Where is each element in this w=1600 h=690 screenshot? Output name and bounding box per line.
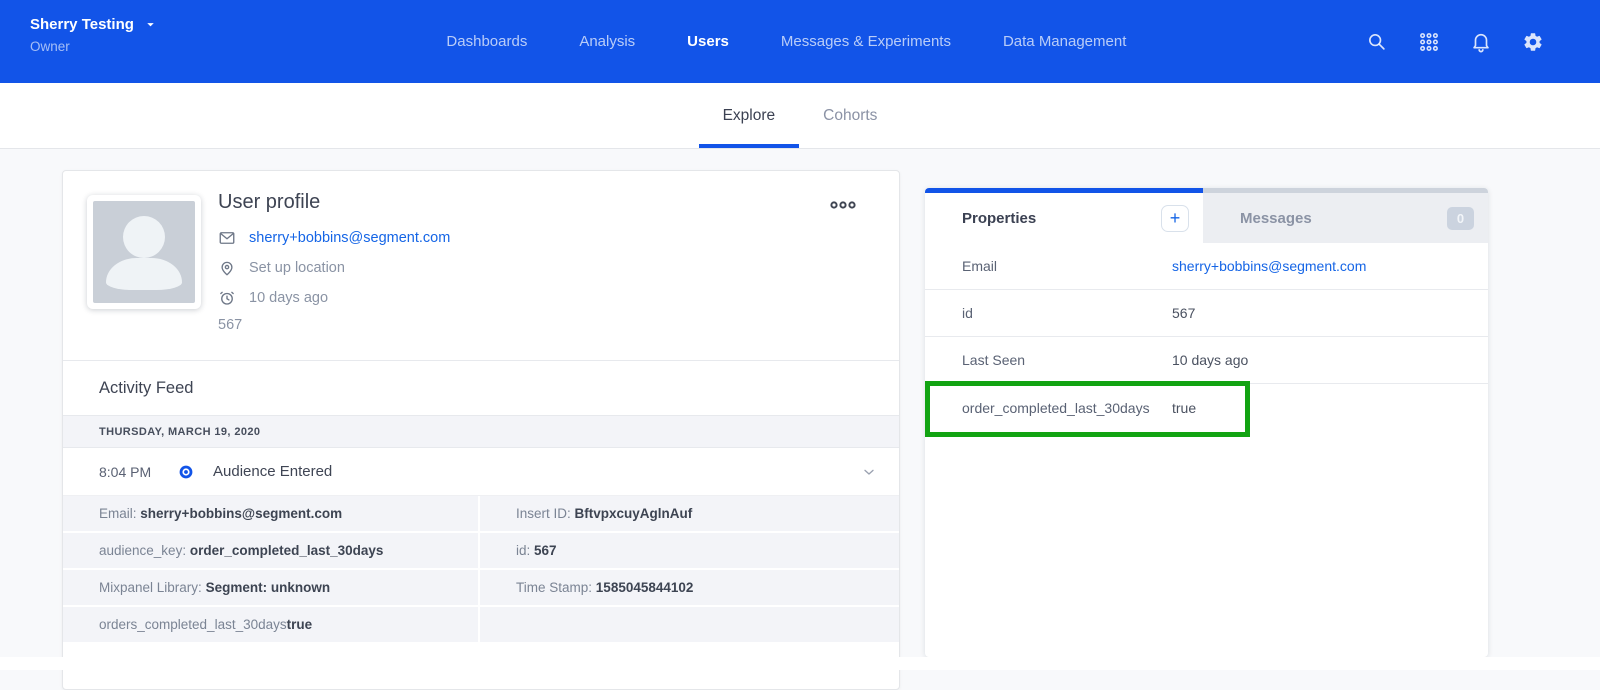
user-profile-card: User profile sherry+bobbins@segment.com — [62, 170, 900, 690]
detail-cell-timestamp: Time Stamp: 1585045844102 — [480, 570, 899, 605]
event-name: Audience Entered — [213, 463, 332, 480]
property-row-email: Email sherry+bobbins@segment.com — [925, 243, 1488, 290]
messages-count-badge: 0 — [1447, 207, 1474, 230]
profile-distinct-id: 567 — [218, 317, 450, 333]
activity-feed-header: Activity Feed — [63, 360, 899, 416]
avatar — [87, 195, 201, 309]
profile-last-seen: 10 days ago — [249, 290, 328, 306]
notifications-bell-icon[interactable] — [1470, 31, 1492, 53]
audience-entered-icon — [179, 465, 193, 479]
detail-cell-audience-key: audience_key: order_completed_last_30day… — [63, 533, 478, 568]
profile-header-section: User profile sherry+bobbins@segment.com — [63, 171, 899, 360]
apps-grid-icon[interactable] — [1418, 31, 1440, 53]
property-row-id: id 567 — [925, 290, 1488, 337]
detail-cell-id: id: 567 — [480, 533, 899, 568]
project-name: Sherry Testing — [30, 16, 134, 33]
page-title: User profile — [218, 191, 450, 214]
caret-down-icon — [144, 18, 157, 31]
property-row-last-seen: Last Seen 10 days ago — [925, 337, 1488, 384]
tab-cohorts[interactable]: Cohorts — [799, 83, 901, 148]
tab-properties-label: Properties — [962, 210, 1036, 227]
more-options-icon[interactable] — [829, 199, 857, 211]
detail-cell-orders-completed: orders_completed_last_30daystrue — [63, 607, 478, 642]
project-switcher[interactable]: Sherry Testing Owner — [30, 16, 157, 54]
subtab-bar: Explore Cohorts — [0, 83, 1600, 149]
activity-date-header: THURSDAY, MARCH 19, 2020 — [63, 416, 899, 448]
content-area: User profile sherry+bobbins@segment.com — [0, 149, 1600, 670]
app-header: Sherry Testing Owner Dashboards Analysis… — [0, 0, 1600, 83]
location-pin-icon — [218, 259, 236, 277]
add-property-button[interactable]: + — [1161, 205, 1189, 232]
profile-email-link[interactable]: sherry+bobbins@segment.com — [249, 230, 450, 246]
set-up-location[interactable]: Set up location — [249, 260, 345, 276]
nav-dashboards[interactable]: Dashboards — [446, 33, 527, 50]
nav-users[interactable]: Users — [687, 33, 729, 50]
search-icon[interactable] — [1366, 31, 1388, 53]
event-details-table: Email: sherry+bobbins@segment.com Insert… — [63, 496, 899, 642]
avatar-silhouette-body — [106, 258, 182, 290]
detail-cell-mixpanel-library: Mixpanel Library: Segment: unknown — [63, 570, 478, 605]
detail-cell-empty — [480, 607, 899, 642]
property-email-link[interactable]: sherry+bobbins@segment.com — [1172, 258, 1366, 274]
properties-tabs-strip: Properties + Messages 0 — [925, 188, 1488, 243]
settings-gear-icon[interactable] — [1522, 31, 1544, 53]
envelope-icon — [218, 229, 236, 247]
main-nav: Dashboards Analysis Users Messages & Exp… — [446, 0, 1126, 83]
chevron-down-icon[interactable] — [861, 464, 877, 480]
activity-feed-title: Activity Feed — [99, 379, 193, 398]
event-time: 8:04 PM — [99, 464, 165, 480]
properties-card: Properties + Messages 0 Email sherry+bob… — [925, 188, 1488, 657]
nav-messages-experiments[interactable]: Messages & Experiments — [781, 33, 951, 50]
clock-icon — [218, 289, 236, 307]
nav-data-management[interactable]: Data Management — [1003, 33, 1126, 50]
tab-cohorts-label: Cohorts — [823, 107, 877, 125]
avatar-silhouette-head — [123, 216, 165, 258]
detail-cell-email: Email: sherry+bobbins@segment.com — [63, 496, 478, 531]
tab-explore[interactable]: Explore — [699, 83, 800, 148]
tab-messages-label: Messages — [1240, 210, 1312, 227]
tab-messages[interactable]: Messages 0 — [1203, 188, 1488, 243]
activity-event-row[interactable]: 8:04 PM Audience Entered — [63, 448, 899, 496]
detail-cell-insert-id: Insert ID: BftvpxcuyAglnAuf — [480, 496, 899, 531]
tab-explore-label: Explore — [723, 107, 776, 125]
property-row-order-completed: order_completed_last_30days true — [925, 384, 1488, 431]
header-icons — [1366, 0, 1544, 83]
bottom-fade — [0, 657, 1600, 670]
project-role: Owner — [30, 39, 157, 54]
tab-properties[interactable]: Properties + — [925, 188, 1203, 243]
nav-analysis[interactable]: Analysis — [579, 33, 635, 50]
